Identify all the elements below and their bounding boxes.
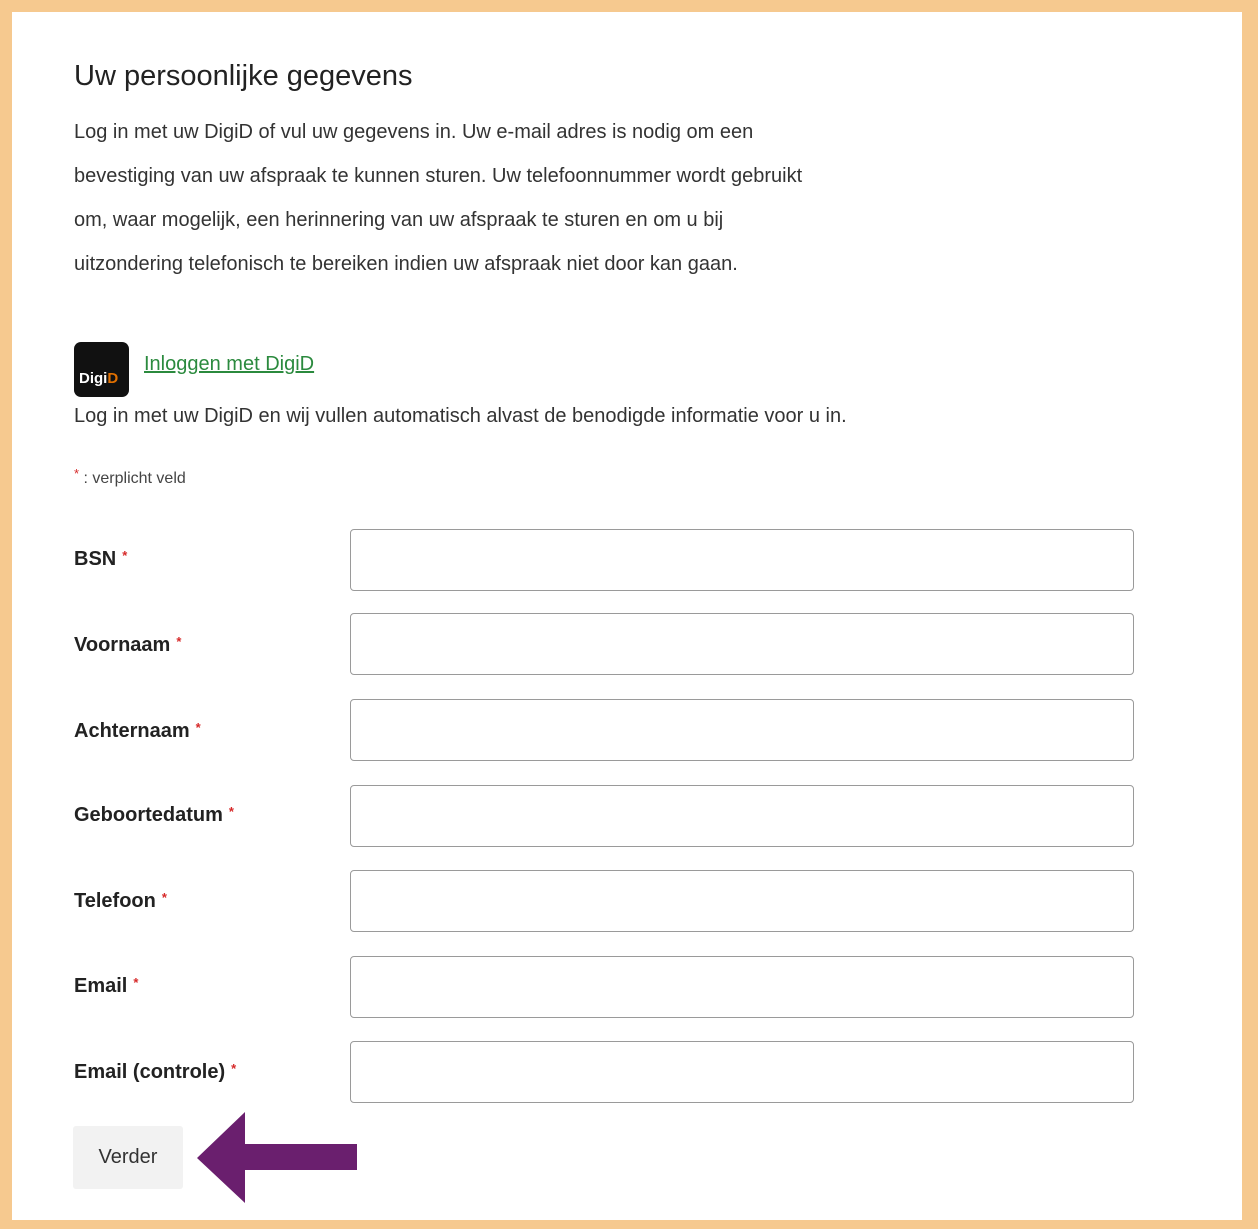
achternaam-label-text: Achternaam [74,720,190,742]
intro-line: Log in met uw DigiD of vul uw gegevens i… [74,121,754,143]
page-frame: Uw persoonlijke gegevens Log in met uw D… [12,12,1242,1220]
voornaam-label: Voornaam * [74,634,181,657]
required-star: * [228,804,234,819]
digid-logo-accent: D [107,370,119,387]
digid-description: Log in met uw DigiD en wij vullen automa… [74,405,847,427]
arrow-left-icon [197,1112,357,1203]
required-star: * [195,720,201,735]
required-note-text: : verplicht veld [79,470,186,487]
intro-line: bevestiging van uw afspraak te kunnen st… [74,165,803,187]
achternaam-input[interactable] [350,699,1134,761]
digid-logo-text: Digi [79,370,108,387]
required-star: * [176,634,182,649]
email-controle-label: Email (controle) * [74,1061,236,1084]
digid-login-link[interactable]: Inloggen met DigiD [144,353,314,376]
digid-logo: DigiD [74,342,129,397]
achternaam-label: Achternaam * [74,720,201,743]
page-title: Uw persoonlijke gegevens [74,60,413,92]
intro-line: om, waar mogelijk, een herinnering van u… [74,209,724,231]
required-star: * [122,548,128,563]
geboortedatum-input[interactable] [350,785,1134,847]
bsn-input[interactable] [350,529,1134,591]
bsn-label: BSN * [74,548,127,571]
telefoon-label: Telefoon * [74,890,167,913]
email-input[interactable] [350,956,1134,1018]
required-star: * [133,975,139,990]
verder-button[interactable]: Verder [73,1126,183,1189]
telefoon-label-text: Telefoon [74,890,156,912]
intro-text: Log in met uw DigiD of vul uw gegevens i… [74,110,1004,286]
bsn-label-text: BSN [74,548,117,570]
geboortedatum-label-text: Geboortedatum [74,804,223,826]
email-controle-label-text: Email (controle) [74,1061,226,1083]
required-star: * [231,1061,237,1076]
telefoon-input[interactable] [350,870,1134,932]
voornaam-input[interactable] [350,613,1134,675]
geboortedatum-label: Geboortedatum * [74,804,234,827]
intro-line: uitzondering telefonisch te bereiken ind… [74,253,738,275]
required-star: * [161,890,167,905]
voornaam-label-text: Voornaam [74,634,171,656]
email-label: Email * [74,975,138,998]
required-field-note: * : verplicht veld [74,466,186,488]
email-controle-input[interactable] [350,1041,1134,1103]
email-label-text: Email [74,975,128,997]
